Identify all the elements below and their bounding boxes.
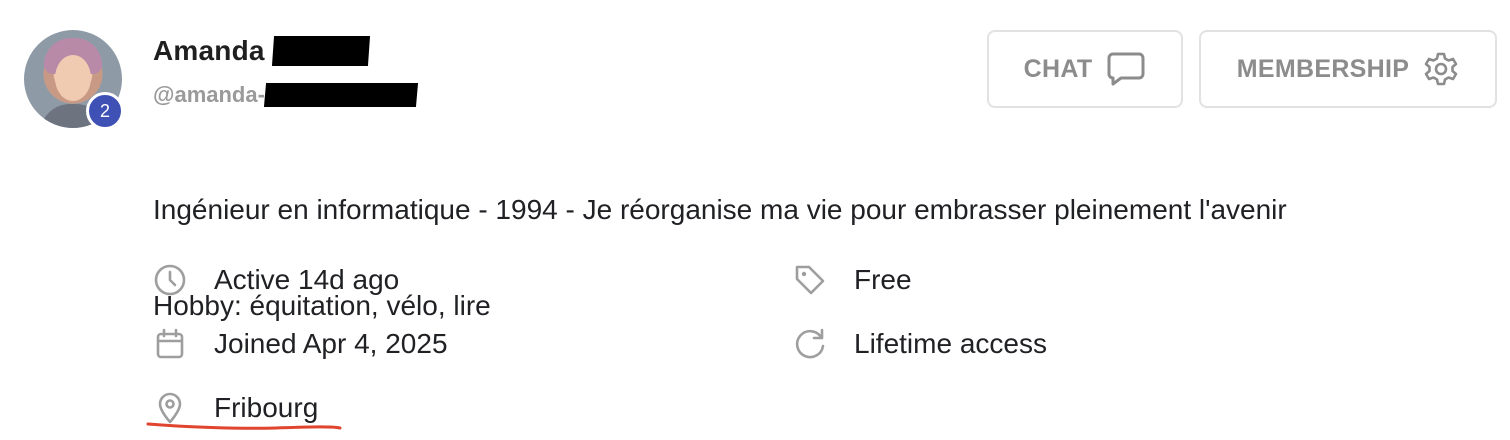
gear-icon: [1423, 51, 1459, 87]
membership-button[interactable]: MEMBERSHIP: [1199, 30, 1497, 108]
avatar-face: [55, 55, 91, 101]
profile-handle-row: @amanda-: [153, 82, 418, 108]
clock-icon: [150, 260, 190, 300]
annotation-underline: [146, 422, 342, 430]
joined-text: Joined Apr 4, 2025: [214, 328, 448, 359]
chat-button-label: CHAT: [1023, 54, 1093, 83]
profile-handle: @amanda-: [153, 82, 265, 107]
access-text: Lifetime access: [854, 328, 1047, 359]
profile-name-row: Amanda: [153, 35, 370, 67]
detail-joined: Joined Apr 4, 2025: [150, 324, 448, 364]
redacted-surname: [271, 36, 370, 66]
chat-button[interactable]: CHAT: [987, 30, 1183, 108]
profile-name: Amanda: [153, 35, 265, 66]
plan-text: Free: [854, 264, 912, 295]
detail-plan: Free: [790, 260, 912, 300]
tag-icon: [790, 260, 830, 300]
notification-badge: 2: [86, 92, 124, 130]
detail-access: Lifetime access: [790, 324, 1047, 364]
calendar-icon: [150, 324, 190, 364]
membership-button-label: MEMBERSHIP: [1236, 54, 1410, 83]
detail-activity: Active 14d ago: [150, 260, 399, 300]
refresh-icon: [790, 324, 830, 364]
chat-bubble-icon: [1106, 51, 1146, 87]
bio-line-1: Ingénieur en informatique - 1994 - Je ré…: [153, 194, 1287, 225]
redacted-handle: [263, 83, 418, 107]
activity-text: Active 14d ago: [214, 264, 400, 295]
